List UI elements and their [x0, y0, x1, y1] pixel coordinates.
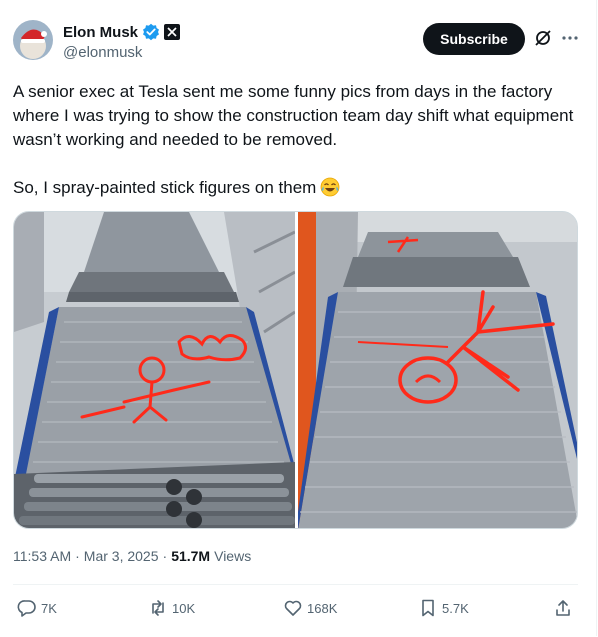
factory-photo-right[interactable]: [298, 212, 577, 528]
post-date[interactable]: Mar 3, 2025: [84, 548, 159, 564]
share-button[interactable]: [553, 592, 573, 624]
post-meta: 11:53 AM · Mar 3, 2025 · 51.7M Views: [13, 548, 251, 564]
x-affiliation-icon: [164, 24, 181, 40]
views-label: Views: [214, 548, 252, 564]
factory-photo-left[interactable]: [14, 212, 295, 528]
more-options-icon[interactable]: [560, 28, 580, 48]
author-row: Elon Musk: [63, 23, 181, 41]
grok-icon[interactable]: [533, 28, 553, 48]
bookmark-button[interactable]: 5.7K: [418, 592, 469, 624]
face-with-tears-of-joy-emoji: [320, 177, 340, 197]
repost-count: 10K: [172, 600, 196, 616]
views-count: 51.7M: [171, 548, 211, 564]
reply-button[interactable]: 7K: [17, 592, 57, 624]
reply-icon: [17, 598, 37, 618]
heart-icon: [283, 598, 303, 618]
bookmark-icon: [418, 598, 438, 618]
tweet-card: Elon Musk @elonmusk Subscribe A senior e…: [0, 0, 597, 636]
verified-badge-icon: [142, 23, 160, 41]
post-time[interactable]: 11:53 AM: [13, 548, 71, 564]
post-body: A senior exec at Tesla sent me some funn…: [13, 82, 574, 197]
like-button[interactable]: 168K: [283, 592, 337, 624]
subscribe-button[interactable]: Subscribe: [423, 23, 525, 55]
media-grid: [13, 211, 578, 529]
author-handle[interactable]: @elonmusk: [63, 44, 142, 61]
meta-separator: ·: [162, 548, 168, 564]
avatar[interactable]: [13, 20, 53, 60]
action-bar: 7K 10K 168K 5.7K: [13, 592, 578, 624]
post-text: A senior exec at Tesla sent me some funn…: [13, 80, 578, 200]
meta-separator: ·: [75, 548, 80, 564]
reply-count: 7K: [41, 600, 57, 616]
share-icon: [553, 598, 573, 618]
like-count: 168K: [307, 600, 338, 616]
divider: [13, 584, 578, 585]
bookmark-count: 5.7K: [442, 600, 469, 616]
repost-icon: [148, 598, 168, 618]
repost-button[interactable]: 10K: [148, 592, 195, 624]
author-name[interactable]: Elon Musk: [63, 24, 138, 41]
